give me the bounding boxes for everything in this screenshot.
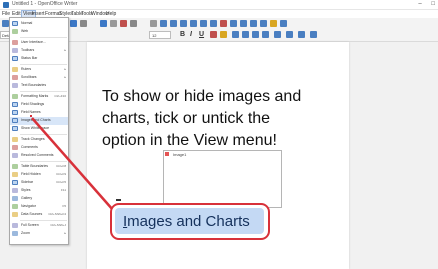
zoom-callout: Images and Charts	[110, 203, 270, 240]
zoom-rest: mages and Charts	[127, 213, 250, 230]
zoom-callout-label: Images and Charts	[123, 213, 250, 230]
zoom-highlight: Images and Charts	[115, 208, 264, 234]
callout-line	[31, 117, 114, 211]
